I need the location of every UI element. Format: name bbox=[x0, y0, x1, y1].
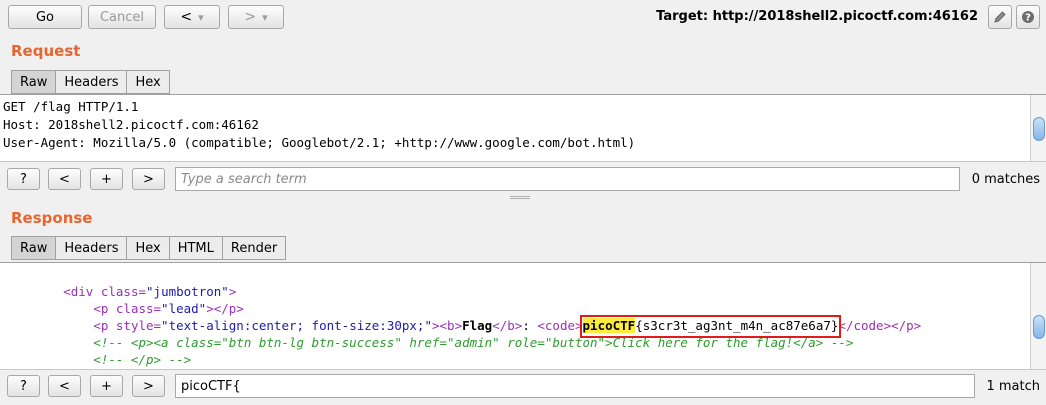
go-button[interactable]: Go bbox=[8, 5, 82, 29]
edit-target-button[interactable] bbox=[988, 5, 1012, 29]
request-scroll-thumb[interactable] bbox=[1033, 117, 1045, 141]
forward-label: > bbox=[244, 9, 257, 25]
pencil-icon bbox=[994, 11, 1006, 23]
request-tab-raw[interactable]: Raw bbox=[11, 70, 56, 94]
forward-button[interactable]: > ▾ bbox=[228, 5, 284, 29]
help-button[interactable]: ? bbox=[1016, 5, 1040, 29]
request-scrollbar[interactable] bbox=[1030, 95, 1046, 161]
request-search-input[interactable] bbox=[175, 167, 960, 191]
response-tabs: Raw Headers Hex HTML Render bbox=[11, 236, 287, 260]
request-search-help-button[interactable]: ? bbox=[7, 168, 40, 190]
response-editor[interactable]: <div class="jumbotron"> <p class="lead">… bbox=[0, 262, 1046, 370]
request-search-prev-button[interactable]: < bbox=[48, 168, 81, 190]
request-tab-headers[interactable]: Headers bbox=[55, 70, 127, 94]
chevron-down-icon[interactable]: ▾ bbox=[198, 11, 204, 24]
response-match-count: 1 match bbox=[986, 379, 1040, 394]
response-tab-html[interactable]: HTML bbox=[168, 236, 222, 260]
cancel-button[interactable]: Cancel bbox=[88, 5, 156, 29]
pane-splitter[interactable] bbox=[510, 196, 530, 199]
response-search-add-button[interactable]: + bbox=[90, 375, 123, 397]
target-label: Target: http://2018shell2.picoctf.com:46… bbox=[656, 9, 978, 24]
request-search-next-button[interactable]: > bbox=[132, 168, 165, 190]
response-search-prev-button[interactable]: < bbox=[48, 375, 81, 397]
request-editor[interactable]: GET /flag HTTP/1.1 Host: 2018shell2.pico… bbox=[0, 94, 1046, 162]
response-scrollbar[interactable] bbox=[1030, 263, 1046, 369]
response-scroll-thumb[interactable] bbox=[1033, 315, 1045, 339]
request-line: User-Agent: Mozilla/5.0 (compatible; Goo… bbox=[3, 135, 636, 150]
flag-annotation-box bbox=[579, 315, 842, 338]
request-line: GET /flag HTTP/1.1 bbox=[3, 99, 139, 114]
back-label: < bbox=[180, 9, 193, 25]
response-tab-render[interactable]: Render bbox=[221, 236, 287, 260]
response-tab-headers[interactable]: Headers bbox=[55, 236, 127, 260]
response-tab-raw[interactable]: Raw bbox=[11, 236, 56, 260]
request-title: Request bbox=[11, 42, 81, 60]
response-tab-hex[interactable]: Hex bbox=[126, 236, 169, 260]
back-button[interactable]: < ▾ bbox=[164, 5, 220, 29]
request-match-count: 0 matches bbox=[971, 172, 1040, 187]
response-search-next-button[interactable]: > bbox=[132, 375, 165, 397]
response-title: Response bbox=[11, 209, 93, 227]
request-search-add-button[interactable]: + bbox=[90, 168, 123, 190]
request-tabs: Raw Headers Hex bbox=[11, 70, 170, 94]
response-code-line: <div class="jumbotron"> bbox=[63, 284, 237, 299]
response-code-line: <!-- </p> --> bbox=[3, 352, 192, 367]
response-code-line: <p class="lead"></p> bbox=[93, 301, 244, 316]
chevron-down-icon[interactable]: ▾ bbox=[262, 11, 268, 24]
svg-text:?: ? bbox=[1025, 13, 1031, 24]
request-line: Host: 2018shell2.picoctf.com:46162 bbox=[3, 117, 259, 132]
request-search-bar: ? < + > 0 matches bbox=[0, 165, 1046, 195]
response-search-input[interactable] bbox=[175, 374, 975, 398]
response-search-bar: ? < + > 1 match bbox=[0, 372, 1046, 402]
toolbar: Go Cancel < ▾ > ▾ Target: http://2018she… bbox=[0, 0, 1046, 36]
request-tab-hex[interactable]: Hex bbox=[126, 70, 170, 94]
response-search-help-button[interactable]: ? bbox=[7, 375, 40, 397]
help-icon: ? bbox=[1022, 11, 1034, 24]
